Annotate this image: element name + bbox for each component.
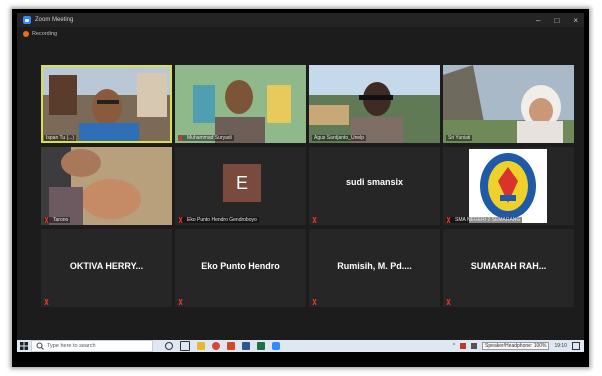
windows-logo-icon [20,342,28,350]
window-title: Zoom Meeting [35,17,74,23]
participant-tile[interactable]: Ispan Tu (...) [41,65,172,143]
participant-display-name: Rumisih, M. Pd.... [337,261,412,271]
muted-mic-icon [178,217,183,223]
muted-mic-icon [178,135,183,141]
muted-mic-icon [44,299,49,305]
participant-tile[interactable]: Muhammad Suryadi [175,65,306,143]
participant-display-name: Eko Punto Hendro [201,261,280,271]
search-placeholder: Type here to search [47,343,96,349]
participant-name: Muhammad Suryadi [178,135,234,141]
participant-video [443,65,574,143]
participant-tile[interactable]: Sri Yuniati [443,65,574,143]
participant-tile[interactable]: SUMARAH RAH... [443,229,574,307]
network-icon[interactable] [471,343,478,349]
cortana-icon[interactable] [165,342,173,350]
notification-icon[interactable] [572,342,580,350]
recording-label: Recording [32,31,58,37]
powerpoint-icon[interactable] [227,342,235,350]
participant-tile[interactable]: Tarono [41,147,172,225]
muted-mic-icon [312,299,317,305]
participant-video [41,65,172,143]
participant-tile[interactable]: Agus Sardjanto_Unelp [309,65,440,143]
file-explorer-icon[interactable] [197,342,205,350]
taskbar-search-box[interactable]: Type here to search [31,340,153,352]
zoom-app-icon [23,16,31,24]
participant-video [41,147,172,225]
school-emblem-icon [480,153,536,219]
task-view-icon[interactable] [180,341,190,351]
gallery-grid: Ispan Tu (...) Muhammad Suryadi Agus Sar… [27,65,575,309]
participant-tile[interactable]: sudi smansix [309,147,440,225]
title-bar: Zoom Meeting – □ × [17,13,584,27]
muted-mic-icon [446,299,451,305]
maximize-button[interactable]: □ [554,16,559,25]
participant-display-name: sudi smansix [345,177,404,187]
participant-display-name: OKTIVA HERRY... [69,261,144,271]
muted-mic-icon [312,217,317,223]
recording-dot-icon [23,31,29,37]
taskbar-apps [165,341,280,351]
chrome-icon[interactable] [212,342,220,350]
zoom-window: Zoom Meeting – □ × Recording Ispan Tu (.… [17,13,584,352]
school-logo [469,149,547,223]
participant-tile[interactable]: Rumisih, M. Pd.... [309,229,440,307]
participant-tile[interactable]: OKTIVA HERRY... [41,229,172,307]
participant-display-name: SUMARAH RAH... [470,261,547,271]
zoom-taskbar-icon[interactable] [272,342,280,350]
search-icon [36,342,44,350]
excel-icon[interactable] [257,342,265,350]
recording-indicator[interactable]: Recording [17,28,584,40]
participant-name: Sri Yuniati [446,135,473,141]
muted-mic-icon [446,217,451,223]
participant-tile[interactable]: E Eko Punto Hendro Gendroboyo [175,147,306,225]
participant-name: Agus Sardjanto_Unelp [312,135,367,141]
participant-name: SMA NEGERI 2 SEMARANG [446,217,523,223]
participant-tile[interactable]: Eko Punto Hendro [175,229,306,307]
system-tray: ^ Speaker/Headphone: 100% 19:10 [453,340,580,352]
muted-mic-icon [44,217,49,223]
windows-taskbar: Type here to search ^ Speaker/Headphone:… [17,340,584,352]
participant-name: Eko Punto Hendro Gendroboyo [178,217,259,223]
tray-app-icon[interactable] [460,343,467,349]
avatar: E [223,164,261,202]
participant-video [309,65,440,143]
speaker-tooltip: Speaker/Headphone: 100% [482,342,550,350]
tray-overflow-icon[interactable]: ^ [453,343,455,349]
word-icon[interactable] [242,342,250,350]
clock[interactable]: 19:10 [554,343,567,349]
participant-tile[interactable]: SMA NEGERI 2 SEMARANG [443,147,574,225]
windows-start-button[interactable] [17,340,31,352]
muted-mic-icon [178,299,183,305]
participant-name: Ispan Tu (...) [44,135,77,141]
participant-video [175,65,306,143]
close-button[interactable]: × [573,16,578,25]
window-controls: – □ × [536,13,578,27]
minimize-button[interactable]: – [536,16,540,25]
